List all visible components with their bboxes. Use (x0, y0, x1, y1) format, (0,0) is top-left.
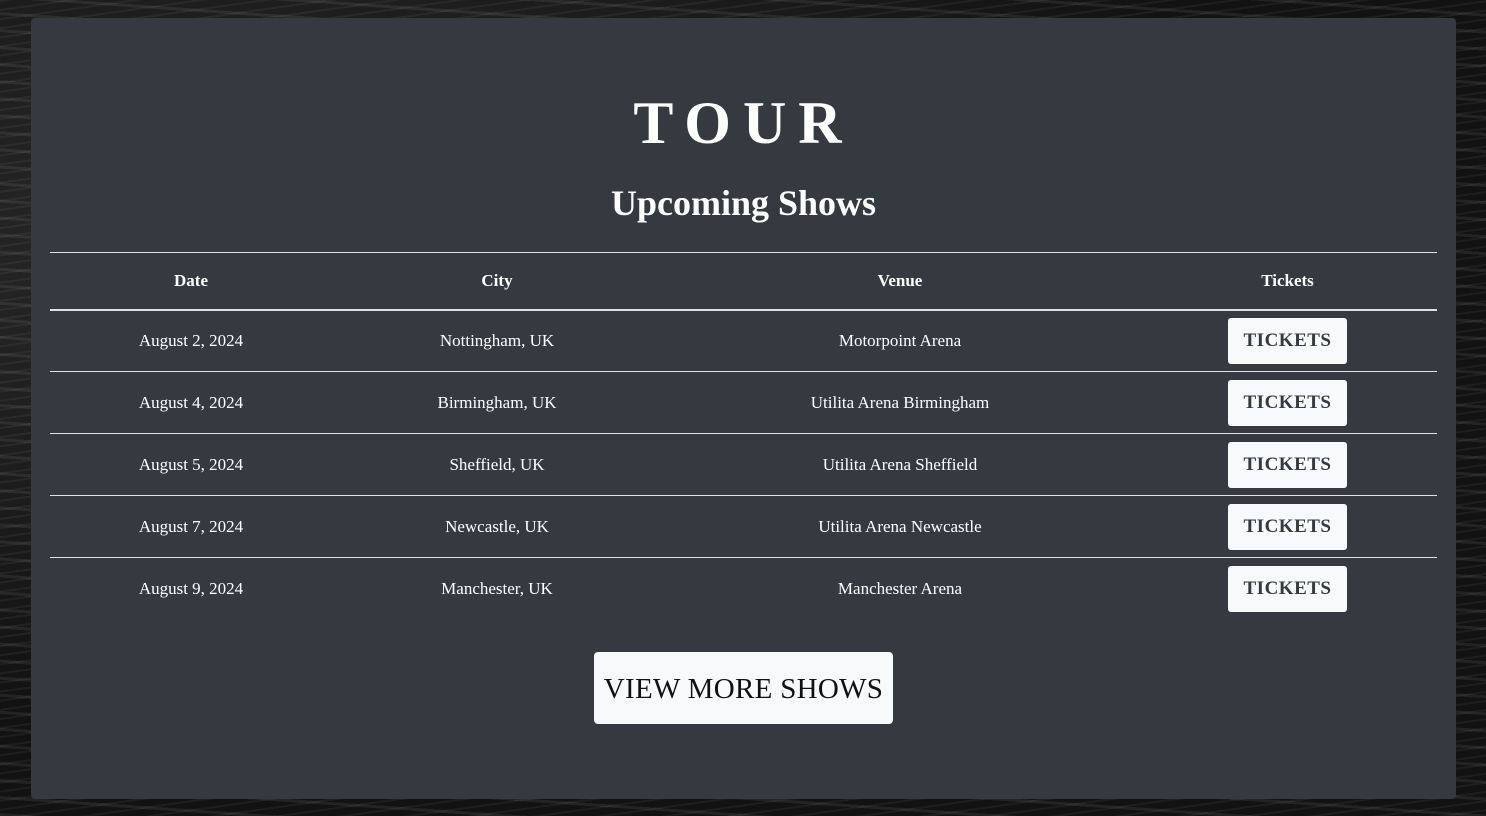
show-city: Nottingham, UK (439, 330, 555, 350)
tickets-button[interactable]: TICKETS (1227, 503, 1348, 550)
tickets-button[interactable]: TICKETS (1227, 565, 1348, 612)
page-title: TOUR (633, 90, 854, 156)
show-date: August 4, 2024 (138, 392, 244, 412)
view-more-shows-button[interactable]: VIEW MORE SHOWS (594, 652, 893, 724)
table-row: August 7, 2024 Newcastle, UK Utilita Are… (50, 496, 1437, 558)
table-row: August 9, 2024 Manchester, UK Manchester… (50, 558, 1437, 620)
header-city: City (481, 270, 513, 290)
tickets-button[interactable]: TICKETS (1227, 317, 1348, 364)
show-city: Newcastle, UK (445, 516, 549, 536)
page-subtitle: Upcoming Shows (610, 183, 877, 223)
tickets-cell: TICKETS (1138, 496, 1437, 558)
tickets-cell: TICKETS (1138, 310, 1437, 372)
show-date: August 5, 2024 (138, 454, 244, 474)
show-venue: Manchester Arena (837, 578, 963, 598)
show-city: Sheffield, UK (449, 454, 545, 474)
show-venue: Utilita Arena Newcastle (818, 516, 982, 536)
tickets-button[interactable]: TICKETS (1227, 441, 1348, 488)
show-venue: Utilita Arena Sheffield (822, 454, 978, 474)
tickets-cell: TICKETS (1138, 558, 1437, 620)
tickets-cell: TICKETS (1138, 372, 1437, 434)
show-date: August 7, 2024 (138, 516, 244, 536)
show-date: August 9, 2024 (138, 578, 244, 598)
show-city: Manchester, UK (441, 578, 553, 598)
header-date: Date (174, 270, 208, 290)
table-row: August 2, 2024 Nottingham, UK Motorpoint… (50, 310, 1437, 372)
tickets-button[interactable]: TICKETS (1227, 379, 1348, 426)
table-row: August 5, 2024 Sheffield, UK Utilita Are… (50, 434, 1437, 496)
tickets-cell: TICKETS (1138, 434, 1437, 496)
header-venue: Venue (877, 270, 923, 290)
table-header-row: Date City Venue Tickets (50, 252, 1437, 310)
header-tickets: Tickets (1261, 270, 1314, 290)
table-row: August 4, 2024 Birmingham, UK Utilita Ar… (50, 372, 1437, 434)
show-venue: Motorpoint Arena (838, 330, 962, 350)
show-date: August 2, 2024 (138, 330, 244, 350)
show-venue: Utilita Arena Birmingham (810, 392, 990, 412)
tour-panel: TOUR Upcoming Shows Date City Venue Tick… (31, 18, 1456, 799)
shows-table: Date City Venue Tickets August 2, 2024 N… (50, 252, 1437, 620)
show-city: Birmingham, UK (437, 392, 557, 412)
